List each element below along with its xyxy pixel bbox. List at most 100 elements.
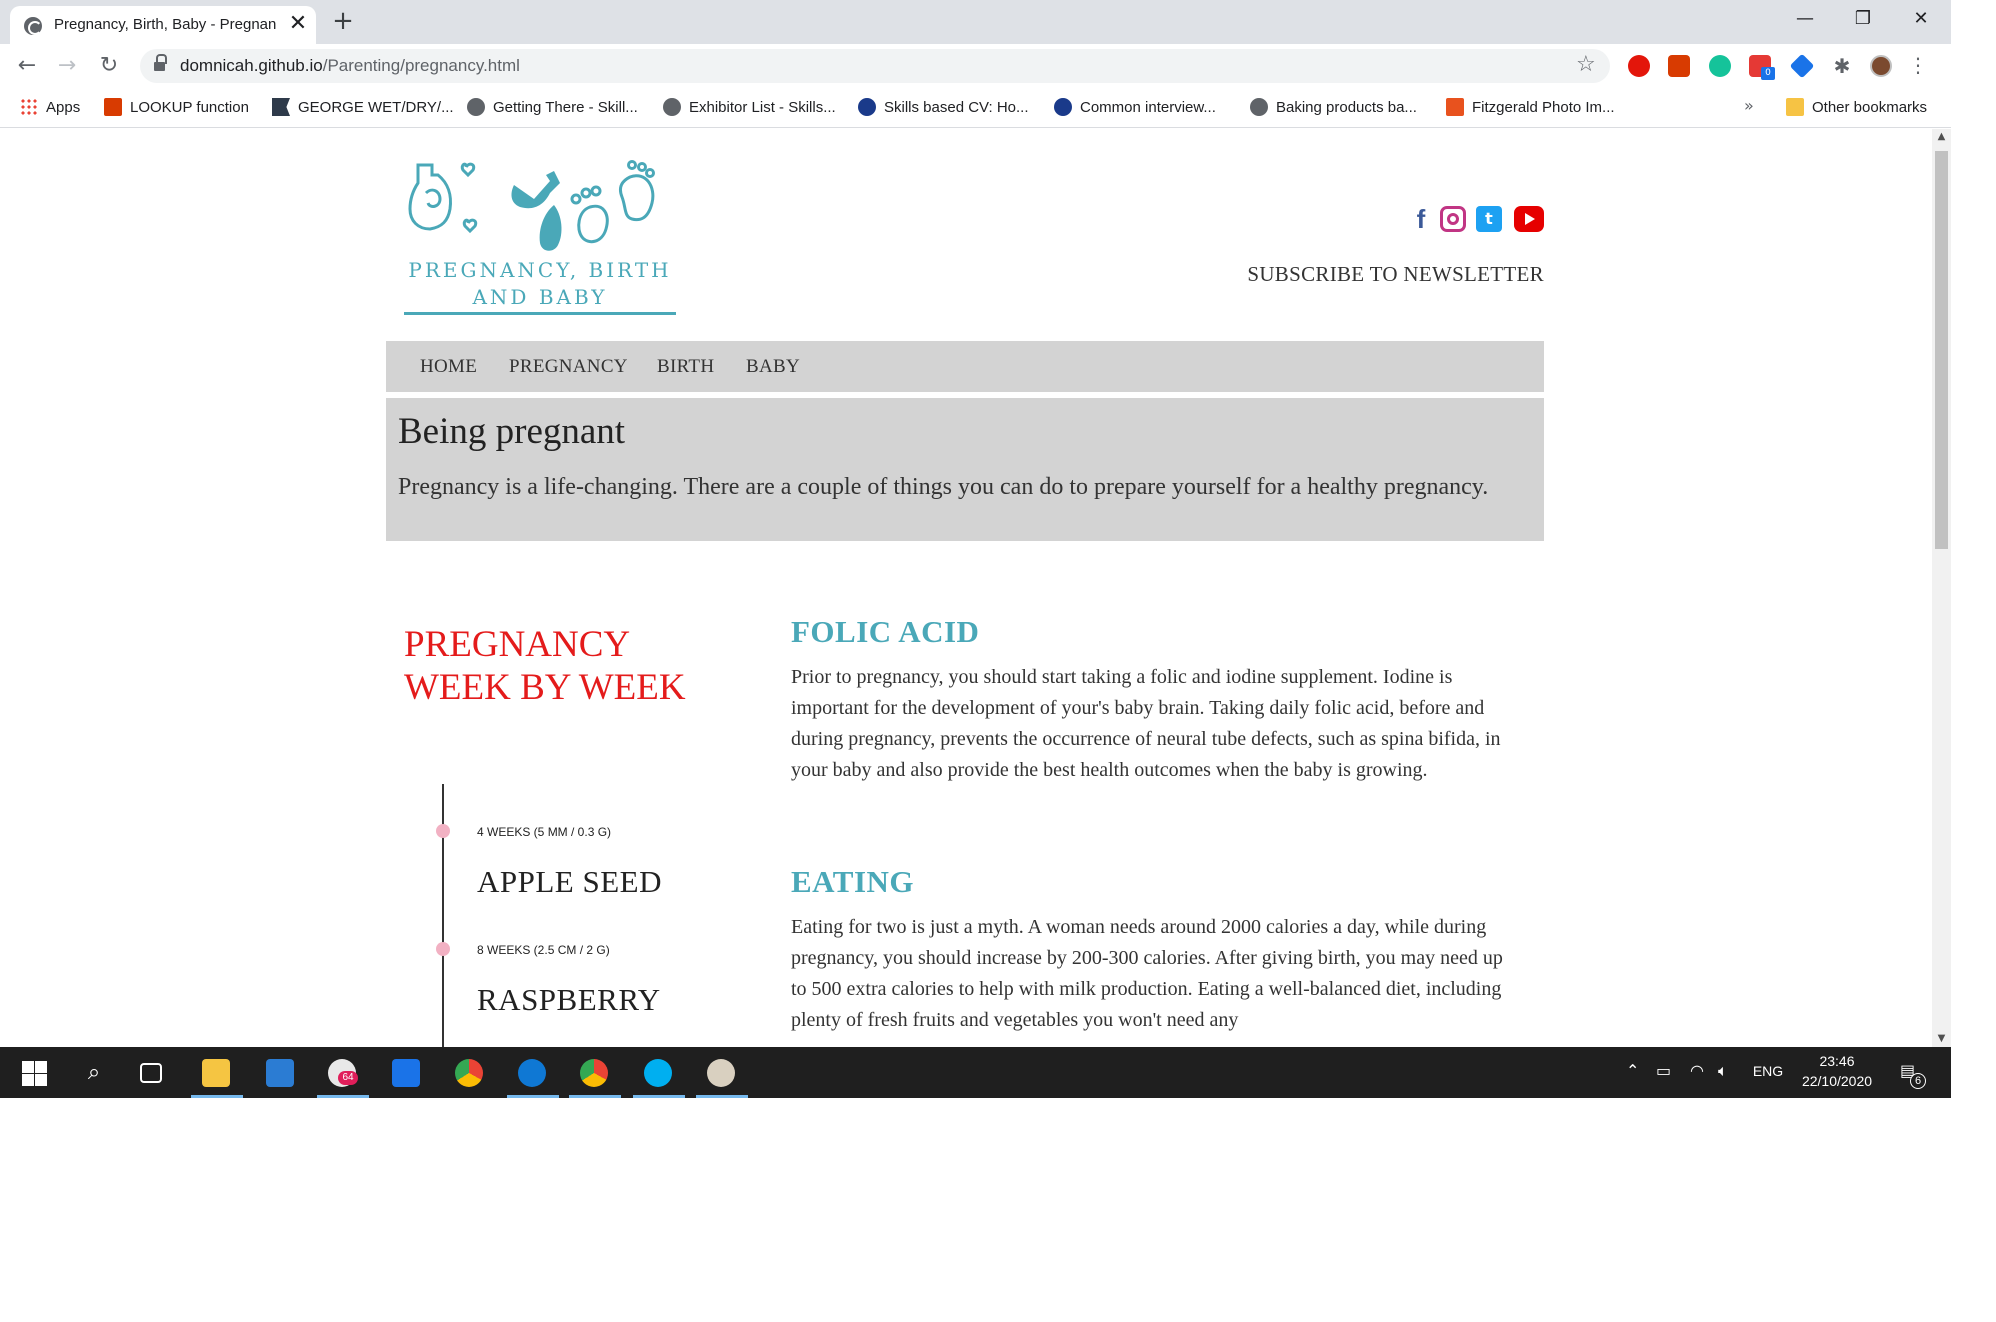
wifi-icon[interactable]: ◠ <box>1690 1061 1704 1080</box>
page-title: Being pregnant <box>398 411 626 452</box>
bookmark-label: Exhibitor List - Skills... <box>689 99 836 116</box>
nav-birth[interactable]: BIRTH <box>657 356 714 378</box>
bookmark-george[interactable]: GEORGE WET/DRY/... <box>272 98 454 118</box>
browser-tab[interactable]: Pregnancy, Birth, Baby - Pregnan ✕ <box>10 6 316 44</box>
nav-home[interactable]: HOME <box>420 356 477 378</box>
hero-banner: Being pregnant Pregnancy is a life-chang… <box>386 398 1544 541</box>
bookmark-baking[interactable]: Baking products ba... <box>1250 98 1417 118</box>
nav-baby[interactable]: BABY <box>746 356 800 378</box>
photo-icon <box>1446 98 1464 116</box>
clock-date[interactable]: 22/10/2020 <box>1790 1073 1884 1089</box>
bookmark-skills-cv[interactable]: Skills based CV: Ho... <box>858 98 1029 118</box>
page-scrollbar[interactable]: ▲ ▼ <box>1932 129 1951 1047</box>
bookmark-fitzgerald[interactable]: Fitzgerald Photo Im... <box>1446 98 1615 118</box>
tab-strip: Pregnancy, Birth, Baby - Pregnan ✕ + — ❐… <box>0 0 1951 44</box>
address-bar[interactable]: domnicah.github.io/Parenting/pregnancy.h… <box>140 49 1610 83</box>
section-title-folic-acid: FOLIC ACID <box>791 614 980 649</box>
skype-icon[interactable] <box>644 1059 672 1087</box>
bookmark-lookup[interactable]: LOOKUP function <box>104 98 249 118</box>
bookmark-apps[interactable]: Apps <box>20 98 80 118</box>
active-indicator <box>507 1095 559 1098</box>
restore-button[interactable]: ❐ <box>1848 6 1878 32</box>
timeline-week-size: 4 WEEKS (5 MM / 0.3 G) <box>477 825 612 839</box>
windows-taskbar: ⌕ 64 ⌃ ▭ ◠ 🔈︎ ENG 23:46 22/10/2020 ▤ 6 <box>0 1047 1951 1098</box>
subscribe-link[interactable]: SUBSCRIBE TO NEWSLETTER <box>1142 262 1544 287</box>
active-indicator <box>696 1095 748 1098</box>
active-indicator <box>191 1095 243 1098</box>
calendar-extension-icon[interactable]: 0 <box>1749 55 1775 80</box>
clock-time[interactable]: 23:46 <box>1790 1053 1884 1069</box>
opera-extension-icon[interactable] <box>1628 55 1650 77</box>
timeline-fruit: APPLE SEED <box>477 864 662 899</box>
active-indicator <box>569 1095 621 1098</box>
profile-avatar[interactable] <box>1870 55 1892 77</box>
bookmark-label: Common interview... <box>1080 99 1216 116</box>
forward-arrow-icon[interactable]: → <box>52 51 82 81</box>
twitter-icon[interactable]: t <box>1476 206 1502 232</box>
new-tab-button[interactable]: + <box>330 6 356 36</box>
bookmark-star-icon[interactable]: ☆ <box>1576 52 1596 77</box>
facebook-icon[interactable]: f <box>1408 206 1434 232</box>
chrome-icon[interactable] <box>455 1059 483 1087</box>
chrome-profile-icon[interactable] <box>580 1059 608 1087</box>
reload-icon[interactable]: ↻ <box>94 51 124 81</box>
bookmark-label: Fitzgerald Photo Im... <box>1472 99 1615 116</box>
language-indicator[interactable]: ENG <box>1750 1063 1786 1079</box>
week-by-week-heading: PREGNANCY WEEK BY WEEK <box>404 624 686 708</box>
file-explorer-icon[interactable] <box>202 1059 230 1087</box>
tray-chevron-icon[interactable]: ⌃ <box>1626 1061 1639 1080</box>
menu-kebab-icon[interactable]: ⋮ <box>1908 53 1928 77</box>
section-text-folic-acid: Prior to pregnancy, you should start tak… <box>791 666 1501 781</box>
globe-icon <box>467 98 485 116</box>
url-text: domnicah.github.io/Parenting/pregnancy.h… <box>180 56 520 76</box>
search-icon[interactable]: ⌕ <box>80 1059 108 1087</box>
scroll-up-icon[interactable]: ▲ <box>1936 131 1947 142</box>
windows-start-icon[interactable] <box>20 1059 48 1087</box>
page-viewport: PREGNANCY, BIRTH AND BABY f t SUBSCRIBE … <box>0 129 1932 1047</box>
battery-icon[interactable]: ▭ <box>1656 1061 1671 1080</box>
tab-title: Pregnancy, Birth, Baby - Pregnan <box>54 16 277 33</box>
other-bookmarks[interactable]: Other bookmarks <box>1786 98 1927 118</box>
section-title-eating: EATING <box>791 864 915 899</box>
minimize-button[interactable]: — <box>1790 6 1820 32</box>
scroll-down-icon[interactable]: ▼ <box>1936 1033 1947 1044</box>
cube-extension-icon[interactable] <box>1789 53 1815 79</box>
bookmark-label: Baking products ba... <box>1276 99 1417 116</box>
scrollbar-thumb[interactable] <box>1935 151 1948 549</box>
site-icon <box>1054 98 1072 116</box>
office-extension-icon[interactable] <box>1668 55 1690 77</box>
instagram-icon[interactable] <box>1440 206 1466 232</box>
active-indicator <box>633 1095 685 1098</box>
youtube-icon[interactable] <box>1514 206 1544 232</box>
office-icon <box>104 98 122 116</box>
bookmark-label: GEORGE WET/DRY/... <box>298 99 454 116</box>
store-icon[interactable] <box>392 1059 420 1087</box>
nav-pregnancy[interactable]: PREGNANCY <box>509 356 628 378</box>
task-view-icon[interactable] <box>140 1063 162 1083</box>
section-text-eating: Eating for two is just a myth. A woman n… <box>791 916 1503 1031</box>
url-path: /Parenting/pregnancy.html <box>322 56 520 75</box>
paint-icon[interactable] <box>707 1059 735 1087</box>
hero-text: Pregnancy is a life-changing. There are … <box>398 474 1489 500</box>
bookmark-getting-there[interactable]: Getting There - Skill... <box>467 98 638 118</box>
back-arrow-icon[interactable]: ← <box>12 51 42 81</box>
bookmark-exhibitor[interactable]: Exhibitor List - Skills... <box>663 98 836 118</box>
bookmark-label: Skills based CV: Ho... <box>884 99 1029 116</box>
close-window-button[interactable]: ✕ <box>1906 6 1936 32</box>
slack-icon[interactable]: 64 <box>328 1059 358 1087</box>
volume-icon[interactable]: 🔈︎ <box>1718 1061 1728 1081</box>
globe-icon <box>663 98 681 116</box>
slack-badge: 64 <box>338 1071 358 1085</box>
bookmarks-bar: Apps LOOKUP function GEORGE WET/DRY/... … <box>0 88 1951 128</box>
edge-icon[interactable] <box>518 1059 546 1087</box>
lock-icon <box>154 54 167 73</box>
mail-icon[interactable] <box>266 1059 294 1087</box>
tab-close-icon[interactable]: ✕ <box>288 12 308 36</box>
grammarly-extension-icon[interactable] <box>1709 55 1731 77</box>
flag-icon <box>272 98 290 116</box>
bookmarks-overflow-button[interactable]: » <box>1744 96 1754 115</box>
bookmark-interview[interactable]: Common interview... <box>1054 98 1216 118</box>
site-favicon-icon <box>24 17 42 35</box>
extensions-puzzle-icon[interactable]: ✱ <box>1831 55 1853 77</box>
notification-count: 6 <box>1910 1073 1926 1089</box>
